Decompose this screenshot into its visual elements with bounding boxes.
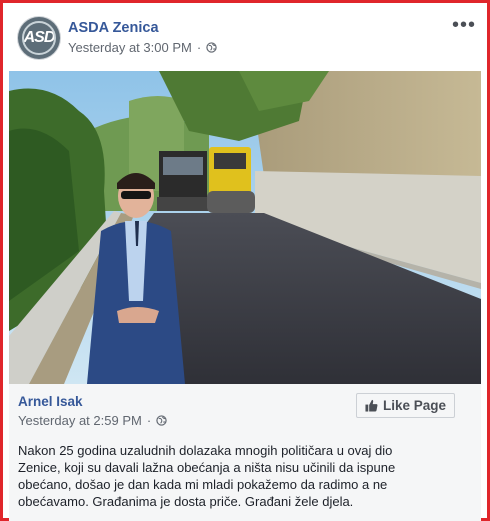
like-page-button[interactable]: Like Page bbox=[355, 393, 455, 418]
shared-post: Arnel Isak Yesterday at 2:59 PM · Like P… bbox=[9, 384, 481, 521]
avatar-ring bbox=[22, 21, 56, 55]
more-options-icon[interactable]: ••• bbox=[452, 15, 476, 35]
post-header: ASD ASDA Zenica Yesterday at 3:00 PM · •… bbox=[18, 15, 480, 61]
post-meta: Yesterday at 3:00 PM · bbox=[68, 40, 217, 55]
shared-post-text: Nakon 25 godina uzaludnih dolazaka mnogi… bbox=[18, 442, 438, 510]
text-line: Nakon 25 godina uzaludnih dolazaka mnogi… bbox=[18, 443, 393, 458]
like-page-label: Like Page bbox=[382, 398, 446, 413]
post-frame: ASD ASDA Zenica Yesterday at 3:00 PM · •… bbox=[0, 0, 490, 521]
globe-icon bbox=[206, 42, 217, 53]
page-name-link[interactable]: ASDA Zenica bbox=[68, 20, 159, 36]
text-line: obećano, došao je dan kada mi mladi poka… bbox=[18, 477, 388, 492]
globe-icon bbox=[156, 415, 167, 426]
post-timestamp[interactable]: Yesterday at 3:00 PM bbox=[68, 40, 192, 55]
meta-separator: · bbox=[146, 413, 152, 428]
page-avatar[interactable]: ASD bbox=[18, 17, 60, 59]
text-line: Zenice, koji su davali lažna obećanja a … bbox=[18, 460, 396, 475]
post-photo[interactable] bbox=[9, 71, 481, 384]
text-line: obećavamo. Građanima je dosta priče. Gra… bbox=[18, 494, 354, 509]
shared-timestamp[interactable]: Yesterday at 2:59 PM bbox=[18, 413, 142, 428]
shared-author-link[interactable]: Arnel Isak bbox=[18, 394, 83, 409]
meta-separator: · bbox=[196, 40, 202, 55]
shared-meta: Yesterday at 2:59 PM · bbox=[18, 413, 167, 428]
thumbs-up-icon bbox=[365, 399, 378, 412]
